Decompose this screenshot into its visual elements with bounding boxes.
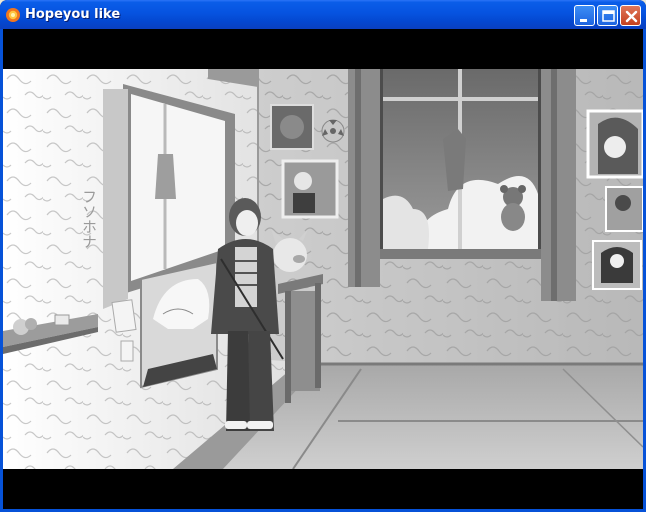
poster-top-left (270, 104, 314, 150)
poster-glasses-character (281, 159, 339, 219)
maximize-button[interactable] (597, 5, 618, 26)
poster-girl-middle (605, 186, 643, 232)
maximize-icon (602, 10, 615, 22)
poster-girl-bottom (592, 240, 642, 290)
game-client-area[interactable]: フソホナ (3, 29, 643, 509)
minimize-button[interactable] (574, 5, 595, 26)
bedroom-scene-art: フソホナ (3, 69, 643, 469)
pinned-card (120, 340, 134, 362)
window-title: Hopeyou like (25, 7, 121, 22)
title-bar[interactable]: Hopeyou like (0, 0, 646, 29)
close-icon (625, 10, 638, 23)
wall-katakana: フソホナ (80, 189, 98, 249)
window-frame: フソホナ (0, 29, 646, 512)
app-burst-icon (6, 8, 20, 22)
poster-blond-boy (140, 260, 218, 389)
close-button[interactable] (620, 5, 641, 26)
poster-girl-top (586, 109, 643, 179)
game-scene[interactable]: フソホナ (3, 69, 643, 469)
teddy-bear-sticker (500, 185, 526, 231)
pinned-note (111, 299, 137, 333)
radiation-symbol (321, 119, 345, 143)
game-window: Hopeyou like フソホナ (0, 0, 646, 512)
minimize-icon (580, 19, 587, 22)
